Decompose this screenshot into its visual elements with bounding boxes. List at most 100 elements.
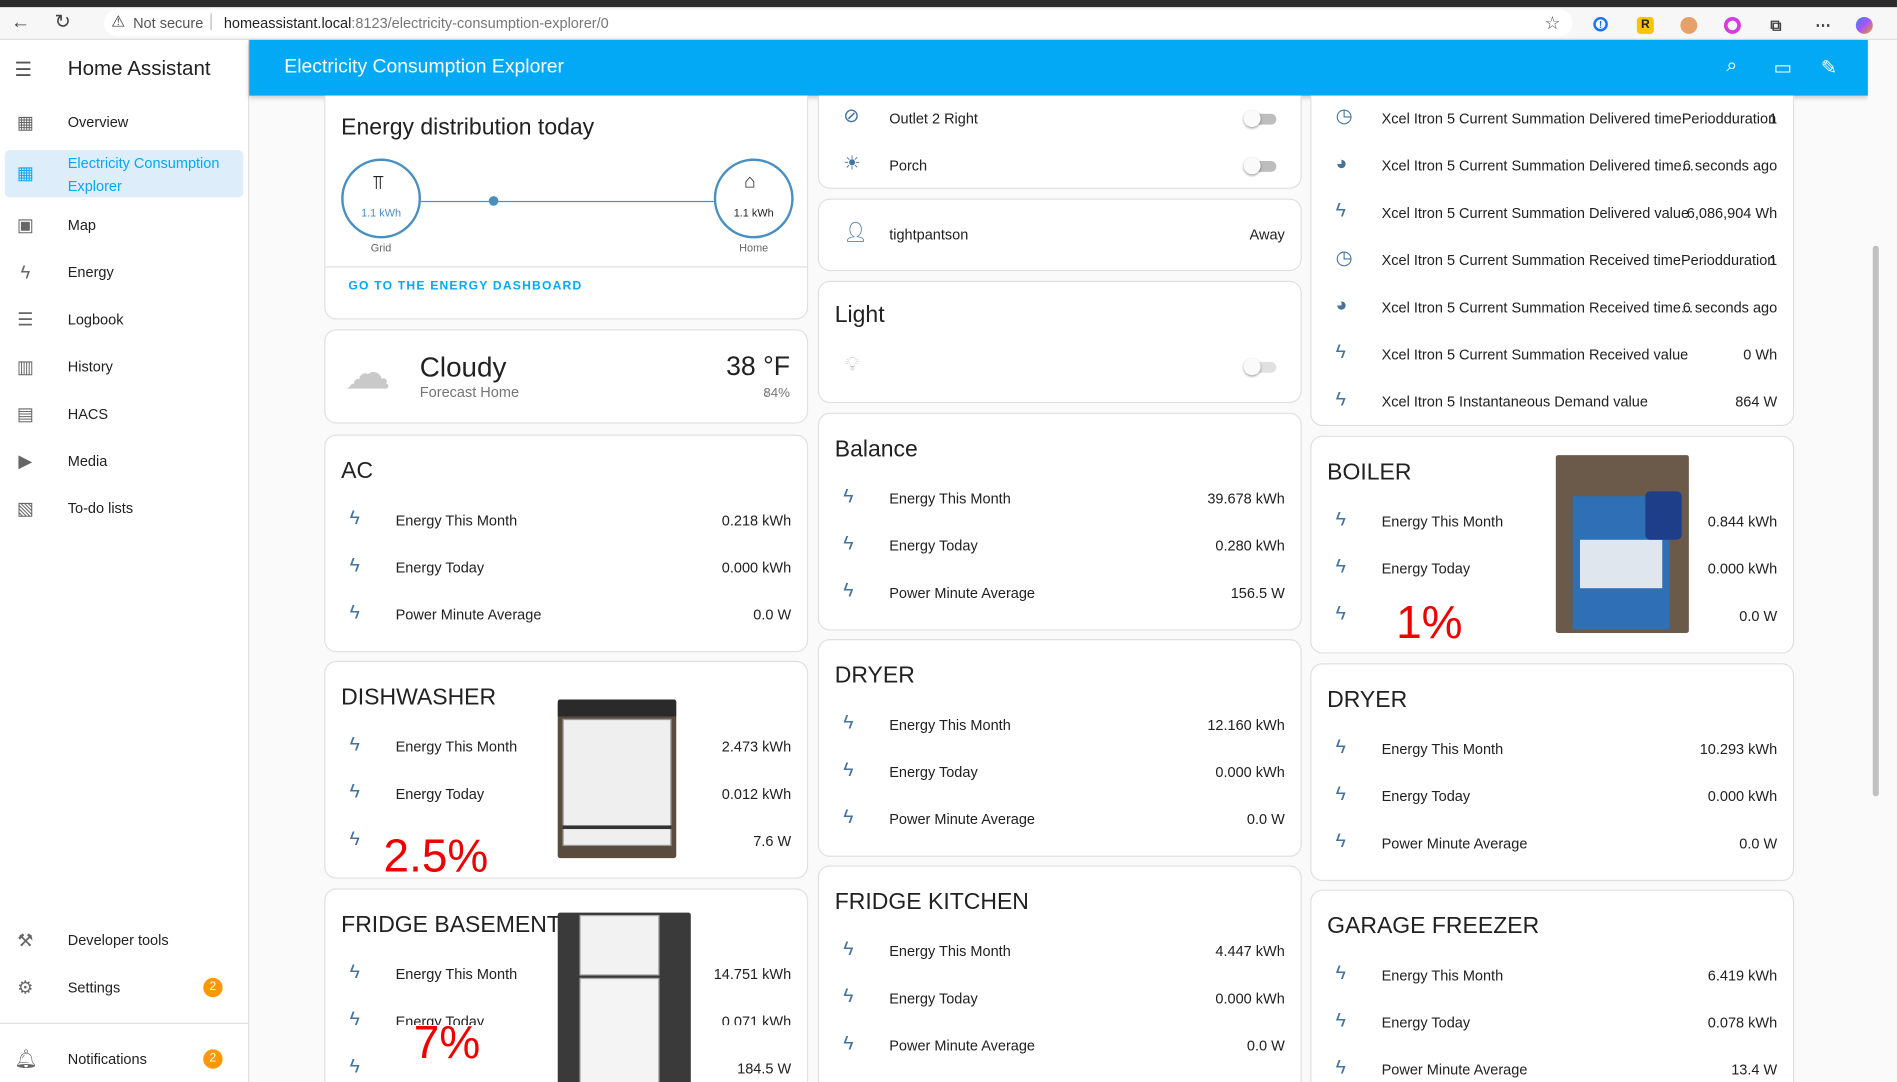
entity-row[interactable]: ◕ Xcel Itron 5 Current Summation Received… — [1311, 294, 1793, 321]
bookmark-star-icon[interactable]: ☆ — [1544, 12, 1560, 34]
entity-row[interactable]: ϟ Energy Today 0.000 kWh — [1311, 783, 1793, 810]
garage-freezer-card: GARAGE FREEZER ϟ Energy This Month 6.419 k… — [1310, 889, 1795, 1082]
entity-row[interactable]: ϟ Xcel Itron 5 Current Summation Received… — [1311, 341, 1793, 368]
sidebar-item-history[interactable]: ▥ History — [0, 344, 249, 391]
entity-row[interactable]: ◷ Xcel Itron 5 Current Summation Received… — [1311, 247, 1793, 274]
weather-card[interactable]: ☁ Cloudy Forecast Home 38 °F 💧︎ 84% — [324, 329, 809, 424]
energy-distribution-card: Energy distribution today ⫪ 1.1 kWh Grid… — [324, 95, 809, 320]
more-menu-icon[interactable]: ⋯ — [1815, 16, 1832, 34]
entity-row[interactable]: ϟ Power Minute Average 0.0 W — [819, 1032, 1301, 1059]
ac-card: AC ϟ Energy This Month 0.218 kWh ϟ Energy T… — [324, 434, 809, 653]
entity-row[interactable]: ϟ Energy This Month 6.419 kWh — [1311, 962, 1793, 989]
view-dashboard-icon: ▦ — [16, 112, 34, 134]
energy-dashboard-link[interactable]: GO TO THE ENERGY DASHBOARD — [348, 280, 582, 293]
grid-value: 1.1 kWh — [361, 206, 402, 220]
sidebar-item-notifications[interactable]: 🔔︎ Notifications 2 — [0, 1036, 249, 1082]
entity-label: Power Minute Average — [395, 606, 542, 624]
copilot-icon[interactable] — [1855, 16, 1873, 34]
clock-icon: ◕ — [1335, 153, 1348, 175]
card-title: Energy distribution today — [341, 114, 595, 141]
scrollbar-thumb[interactable] — [1872, 245, 1879, 797]
sidebar-item-map[interactable]: ▣ Map — [0, 202, 249, 249]
outlet-toggle[interactable] — [1243, 110, 1280, 128]
entity-value: 0 Wh — [1743, 346, 1778, 364]
person-state: Away — [1249, 226, 1285, 244]
assist-icon[interactable]: ▭ — [1774, 56, 1792, 80]
entity-row[interactable]: ϟ Energy Today 0.000 kWh — [1311, 556, 1793, 583]
clipboard-icon: ▧ — [16, 498, 34, 520]
weather-temperature: 38 °F — [726, 350, 790, 382]
home-circle[interactable]: ⌂ 1.1 kWh — [713, 158, 794, 239]
photo-fridge-door — [579, 977, 660, 1082]
xcel-meter-card: ◷ Xcel Itron 5 Current Summation Delivere… — [1310, 95, 1795, 427]
entity-row[interactable]: ϟ Energy This Month 10.293 kWh — [1311, 736, 1793, 763]
extensions-puzzle-icon[interactable]: ⧉ — [1768, 16, 1785, 34]
fridge-basement-card: FRIDGE BASEMENT ϟ Energy This Month 14.751… — [324, 888, 809, 1082]
entity-row[interactable]: ϟ Energy Today 0.000 kWh — [325, 554, 807, 581]
r-extension-icon[interactable]: R — [1636, 16, 1654, 34]
entity-label: Energy This Month — [1381, 740, 1504, 758]
sidebar-item-label: Media — [67, 452, 108, 470]
app-header: Electricity Consumption Explorer ⌕ ▭ ✎ — [249, 39, 1868, 96]
entity-row[interactable]: ϟ Xcel Itron 5 Current Summation Delivere… — [1311, 200, 1793, 227]
entity-row[interactable]: ϟ Energy This Month 0.844 kWh — [1311, 508, 1793, 535]
entity-row[interactable]: ϟ 0.0 W — [1311, 603, 1793, 630]
entity-value: 0.0 W — [1246, 1037, 1285, 1055]
sidebar-item-todo[interactable]: ▧ To-do lists — [0, 485, 249, 532]
sidebar-item-logbook[interactable]: ☰ Logbook — [0, 297, 249, 344]
lightning-icon: ϟ — [843, 712, 854, 734]
switch-row[interactable]: ⊘ Outlet 2 Right — [819, 105, 1301, 132]
entity-row[interactable]: ϟ Power Minute Average 0.0 W — [819, 806, 1301, 833]
entity-row[interactable]: ϟ Power Minute Average 0.0 W — [325, 602, 807, 629]
entity-row[interactable]: ϟ Energy Today 0.000 kWh — [819, 985, 1301, 1012]
porch-toggle[interactable] — [1243, 157, 1280, 175]
page-scrollbar[interactable] — [1867, 39, 1897, 1082]
sidebar-item-developer-tools[interactable]: ⚒ Developer tools — [0, 917, 249, 964]
entity-row[interactable]: ϟ Power Minute Average 156.5 W — [819, 580, 1301, 607]
cookie-extension-icon[interactable] — [1680, 16, 1698, 34]
entity-row[interactable]: ϟ Energy Today 0.280 kWh — [819, 533, 1301, 560]
entity-row[interactable]: ϟ Xcel Itron 5 Instantaneous Demand value… — [1311, 389, 1793, 416]
entity-value: 0.000 kWh — [721, 559, 792, 577]
entity-row[interactable]: ϟ Energy Today 0.000 kWh — [819, 759, 1301, 786]
entity-row[interactable]: ϟ Energy This Month 4.447 kWh — [819, 938, 1301, 965]
search-icon[interactable]: ⌕ — [1726, 56, 1737, 78]
entity-row[interactable]: ϟ Power Minute Average 13.4 W — [1311, 1057, 1793, 1082]
sidebar-item-media[interactable]: ▶ Media — [0, 438, 249, 485]
card-title: BOILER — [1327, 459, 1412, 486]
sidebar-item-overview[interactable]: ▦ Overview — [0, 99, 249, 146]
entity-row[interactable]: ◕ Xcel Itron 5 Current Summation Delivere… — [1311, 152, 1793, 179]
lightning-icon: ϟ — [843, 533, 854, 555]
password-extension-icon[interactable]: ! — [1593, 16, 1608, 32]
browser-toolbar: ← ↻ ⚠ Not secure homeassistant.local:812… — [0, 7, 1897, 40]
sidebar-item-energy[interactable]: ϟ Energy — [0, 249, 249, 296]
sidebar-item-settings[interactable]: ⚙ Settings 2 — [0, 965, 249, 1012]
menu-collapse-icon[interactable]: ☰ — [15, 58, 32, 82]
entity-row[interactable]: ◷ Xcel Itron 5 Current Summation Delivere… — [1311, 105, 1793, 132]
grid-circle[interactable]: ⫪ 1.1 kWh — [341, 158, 422, 239]
color-extension-icon[interactable] — [1723, 16, 1741, 34]
switch-row[interactable]: ☀ Porch — [819, 152, 1301, 179]
map-icon: ▣ — [16, 215, 34, 237]
light-toggle[interactable] — [1243, 358, 1280, 376]
entity-row[interactable]: ϟ Energy This Month 39.678 kWh — [819, 485, 1301, 512]
entity-label: Energy This Month — [395, 511, 518, 529]
person-row[interactable]: 👤︎ tightpantson Away — [819, 221, 1301, 248]
reload-icon[interactable]: ↻ — [54, 12, 70, 34]
sidebar-item-electricity-consumption-explorer[interactable]: ▦ Electricity Consumption Explorer — [4, 150, 244, 198]
entity-row[interactable]: ϟ Energy This Month 0.218 kWh — [325, 507, 807, 534]
sidebar-item-hacs[interactable]: ▤ HACS — [0, 391, 249, 438]
sidebar-title: Home Assistant — [67, 56, 211, 80]
entity-label: Energy Today — [395, 559, 485, 577]
entity-label: Energy This Month — [395, 965, 518, 983]
edit-icon[interactable]: ✎ — [1821, 56, 1837, 80]
lightning-icon: ϟ — [1335, 784, 1346, 805]
transmission-tower-icon: ⫪ — [372, 173, 384, 194]
address-bar[interactable]: ⚠ Not secure homeassistant.local:8123/el… — [104, 9, 1573, 37]
entity-row[interactable]: ϟ Energy Today 0.078 kWh — [1311, 1009, 1793, 1036]
lightning-icon: ϟ — [1335, 603, 1346, 625]
entity-row[interactable]: ϟ Energy This Month 12.160 kWh — [819, 712, 1301, 739]
back-icon[interactable]: ← — [11, 12, 30, 34]
window-top-strip — [0, 0, 1897, 8]
entity-row[interactable]: ϟ Power Minute Average 0.0 W — [1311, 830, 1793, 857]
